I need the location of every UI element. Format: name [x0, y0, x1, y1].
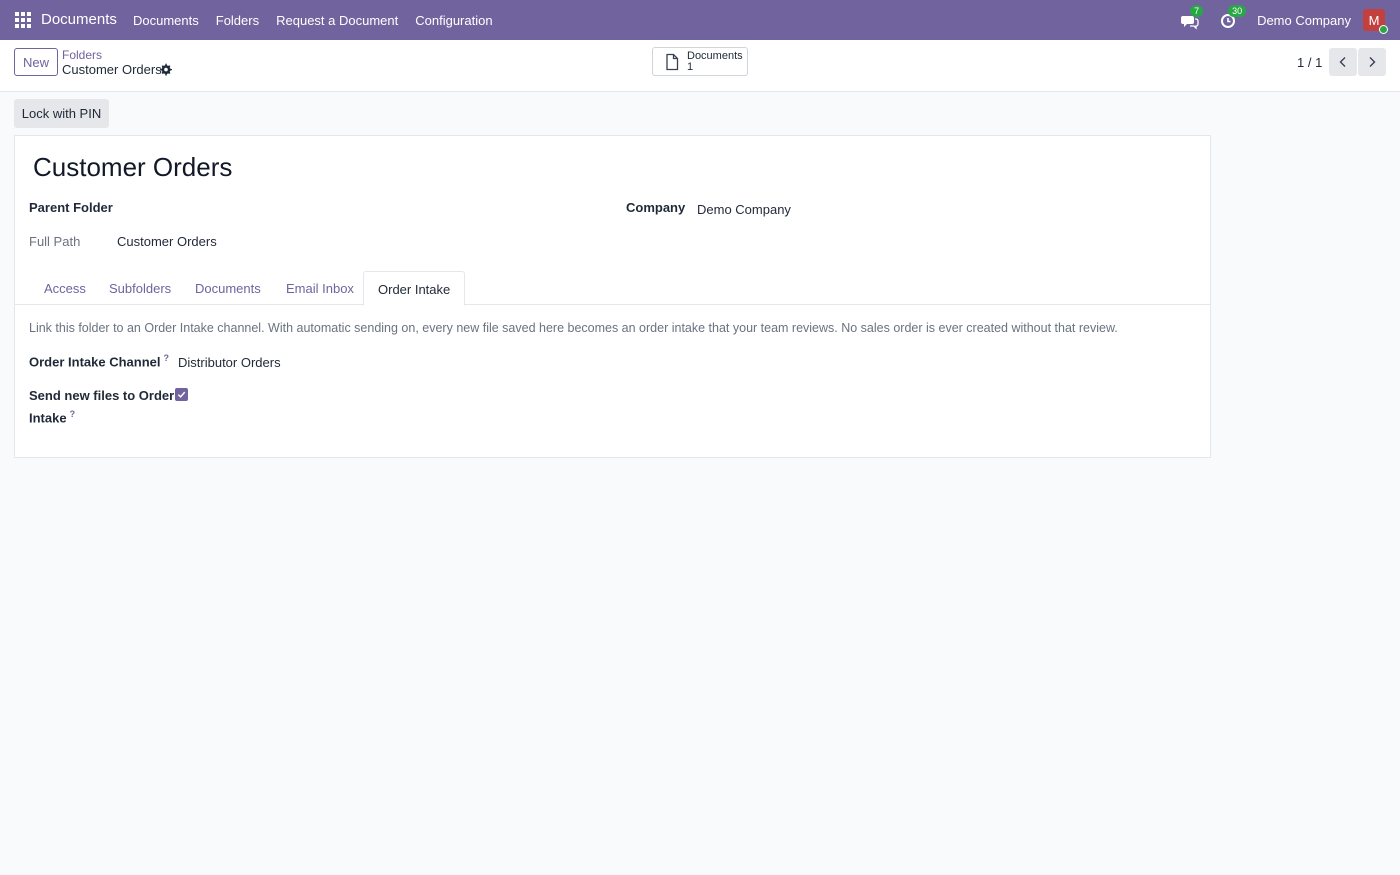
systray: 7 30 Demo Company M — [1181, 0, 1400, 40]
parent-folder-label: Parent Folder — [29, 200, 113, 215]
app-grid-icon[interactable] — [15, 12, 31, 28]
messages-badge: 7 — [1190, 5, 1204, 17]
chevron-left-icon — [1339, 57, 1346, 67]
send-new-files-label: Send new files to Order Intake? — [29, 387, 174, 427]
order-intake-description: Link this folder to an Order Intake chan… — [29, 321, 1118, 335]
avatar-initial: M — [1368, 12, 1380, 28]
document-icon — [666, 53, 679, 70]
activities-badge: 30 — [1228, 5, 1247, 17]
menu-item-documents[interactable]: Documents — [133, 13, 199, 28]
lock-with-pin-button[interactable]: Lock with PIN — [14, 99, 109, 128]
tab-access[interactable]: Access — [30, 271, 100, 305]
checkmark-icon — [177, 391, 186, 398]
breadcrumb-parent-link[interactable]: Folders — [62, 48, 102, 62]
help-icon[interactable]: ? — [70, 409, 76, 419]
company-switcher[interactable]: Demo Company — [1257, 13, 1351, 28]
app-brand[interactable]: Documents — [41, 11, 117, 28]
help-icon[interactable]: ? — [163, 353, 169, 363]
activities-button[interactable]: 30 — [1219, 5, 1247, 30]
company-field[interactable]: Demo Company — [697, 202, 791, 217]
tab-subfolders[interactable]: Subfolders — [95, 271, 185, 305]
user-avatar[interactable]: M — [1363, 9, 1388, 34]
menu-item-configuration[interactable]: Configuration — [415, 13, 492, 28]
folder-title[interactable]: Customer Orders — [33, 152, 232, 183]
messages-button[interactable]: 7 — [1181, 5, 1204, 30]
send-new-files-label-line1: Send new files to Order — [29, 388, 175, 403]
notebook-tabs: Access Subfolders Documents Email Inbox … — [15, 271, 1210, 306]
full-path-value: Customer Orders — [117, 234, 217, 249]
pager-next-button[interactable] — [1358, 48, 1386, 76]
pager-previous-button[interactable] — [1329, 48, 1357, 76]
tab-order-intake[interactable]: Order Intake — [363, 271, 466, 306]
menu-item-folders[interactable]: Folders — [216, 13, 259, 28]
smart-button-label: Documents — [687, 49, 743, 62]
top-navbar: Documents Documents Folders Request a Do… — [0, 0, 1400, 40]
control-panel: New Folders Customer Orders Documents 1 … — [0, 40, 1400, 92]
send-new-files-label-line2: Intake — [29, 410, 67, 426]
breadcrumb-current: Customer Orders — [62, 62, 162, 77]
full-path-label: Full Path — [29, 234, 81, 249]
online-status-icon — [1379, 25, 1388, 34]
form-sheet: Customer Orders Parent Folder Company De… — [14, 135, 1211, 458]
new-button[interactable]: New — [14, 48, 58, 76]
chevron-right-icon — [1369, 57, 1376, 67]
documents-smart-button[interactable]: Documents 1 — [652, 47, 748, 76]
order-intake-channel-label: Order Intake Channel? — [29, 353, 169, 369]
company-label: Company — [626, 200, 686, 215]
pager-value[interactable]: 1 / 1 — [1297, 55, 1322, 70]
gear-icon[interactable] — [159, 63, 172, 76]
smart-button-count: 1 — [687, 60, 694, 73]
send-new-files-checkbox[interactable] — [175, 388, 188, 401]
main-menu: Documents Folders Request a Document Con… — [133, 13, 510, 28]
order-intake-channel-field[interactable]: Distributor Orders — [178, 355, 281, 370]
tab-documents[interactable]: Documents — [181, 271, 275, 305]
tab-email-inbox[interactable]: Email Inbox — [272, 271, 368, 305]
menu-item-request-document[interactable]: Request a Document — [276, 13, 398, 28]
order-intake-channel-label-text: Order Intake Channel — [29, 354, 161, 370]
